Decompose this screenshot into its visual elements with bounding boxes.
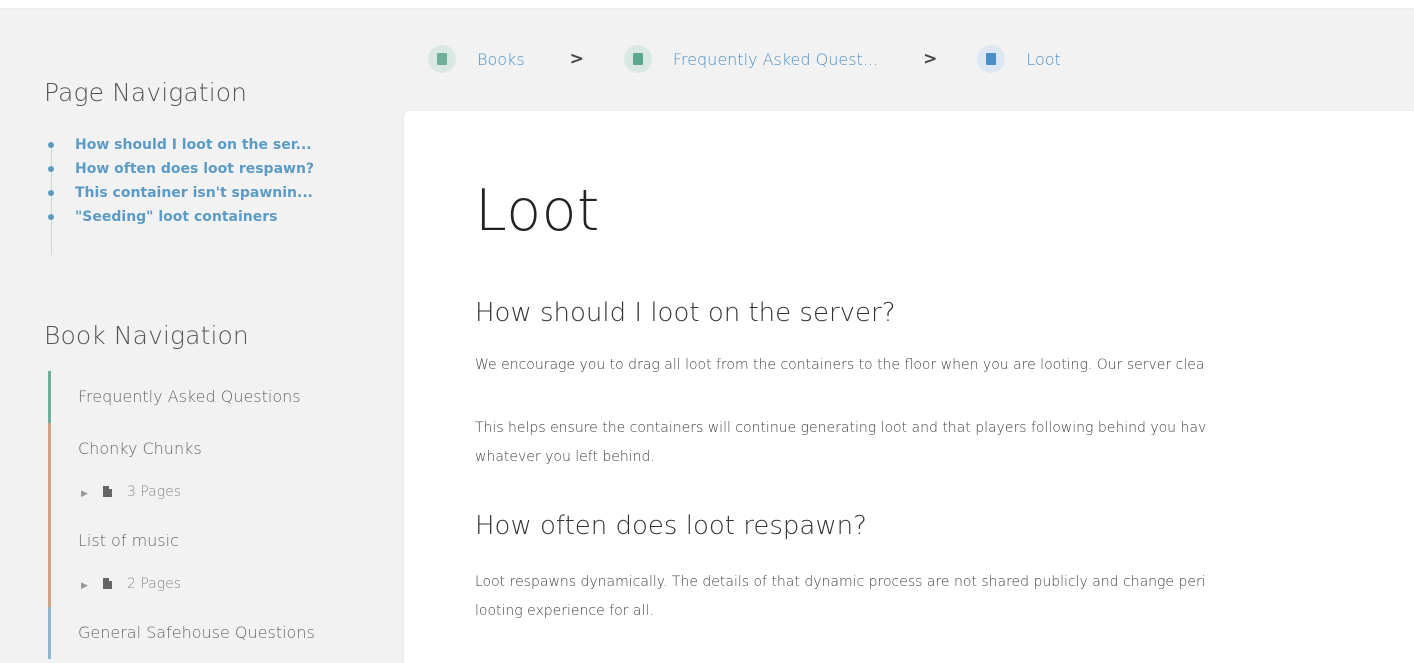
document-icon: [103, 475, 127, 509]
breadcrumb-books[interactable]: Books: [428, 45, 525, 73]
page-nav-item-container-not-spawning[interactable]: This container isn't spawnin...: [44, 181, 384, 205]
bullet-icon: [48, 190, 54, 196]
book-entry-list-of-music[interactable]: List of music ▶ 2 Pages: [48, 515, 388, 607]
section-heading-how-often-respawn: How often does loot respawn?: [475, 511, 867, 541]
book-navigation-heading: Book Navigation: [44, 321, 249, 350]
page-nav-item-label: How should I loot on the ser...: [75, 137, 312, 153]
book-navigation-list: Frequently Asked Questions Chonky Chunks…: [48, 371, 388, 659]
book-title: General Safehouse Questions: [78, 623, 315, 642]
page-nav-item-label: "Seeding" loot containers: [75, 209, 278, 225]
bullet-icon: [48, 214, 54, 220]
chevron-right-icon: >: [923, 49, 938, 69]
caret-right-icon: ▶: [81, 581, 88, 591]
breadcrumb-label: Frequently Asked Quest...: [672, 49, 879, 69]
book-title: Frequently Asked Questions: [78, 387, 301, 406]
paragraph: looting experience for all.: [475, 603, 654, 619]
paragraph: We encourage you to drag all loot from t…: [475, 357, 1205, 373]
book-pages-toggle[interactable]: ▶ 2 Pages: [78, 567, 388, 607]
page-nav-item-label: This container isn't spawnin...: [75, 185, 313, 201]
book-title: List of music: [78, 531, 179, 550]
book-entry-chonky-chunks[interactable]: Chonky Chunks ▶ 3 Pages: [48, 423, 388, 515]
book-icon: [623, 45, 652, 73]
breadcrumb-label: Books: [477, 49, 525, 69]
breadcrumb-label: Loot: [1026, 49, 1061, 69]
book-title: Chonky Chunks: [78, 439, 202, 458]
chevron-right-icon: >: [569, 49, 584, 69]
top-bar: [0, 0, 1414, 8]
breadcrumb-faq-book[interactable]: Frequently Asked Quest...: [623, 45, 879, 73]
page-content-card: Loot How should I loot on the server? We…: [404, 111, 1414, 663]
book-entry-faq[interactable]: Frequently Asked Questions: [48, 371, 388, 423]
page-icon: [977, 45, 1006, 73]
books-icon: [428, 45, 456, 73]
page-nav-item-how-should-i-loot[interactable]: How should I loot on the ser...: [44, 133, 384, 157]
bullet-icon: [48, 166, 54, 172]
bullet-icon: [48, 142, 54, 148]
page-navigation-heading: Page Navigation: [44, 78, 248, 107]
page-nav-item-label: How often does loot respawn?: [75, 161, 315, 177]
paragraph: whatever you left behind.: [475, 449, 655, 465]
paragraph: Loot respawns dynamically. The details o…: [475, 574, 1206, 590]
breadcrumb-loot-page[interactable]: Loot: [977, 45, 1061, 73]
page-nav-item-how-often-respawn[interactable]: How often does loot respawn?: [44, 157, 384, 181]
book-pages-count: 3 Pages: [127, 484, 182, 500]
document-icon: [103, 567, 127, 601]
book-pages-count: 2 Pages: [127, 576, 182, 592]
caret-right-icon: ▶: [81, 489, 88, 499]
sidebar: Page Navigation How should I loot on the…: [0, 8, 404, 663]
book-entry-general-safehouse[interactable]: General Safehouse Questions: [48, 607, 388, 659]
book-pages-toggle[interactable]: ▶ 3 Pages: [78, 475, 388, 515]
page-navigation-list: How should I loot on the ser... How ofte…: [44, 133, 384, 255]
section-heading-how-should-i-loot: How should I loot on the server?: [475, 298, 896, 328]
breadcrumb: Books > Frequently Asked Quest... > Loot: [428, 44, 1061, 74]
page-nav-item-seeding-loot[interactable]: "Seeding" loot containers: [44, 205, 384, 229]
paragraph: This helps ensure the containers will co…: [475, 420, 1207, 436]
page-title: Loot: [475, 178, 600, 244]
